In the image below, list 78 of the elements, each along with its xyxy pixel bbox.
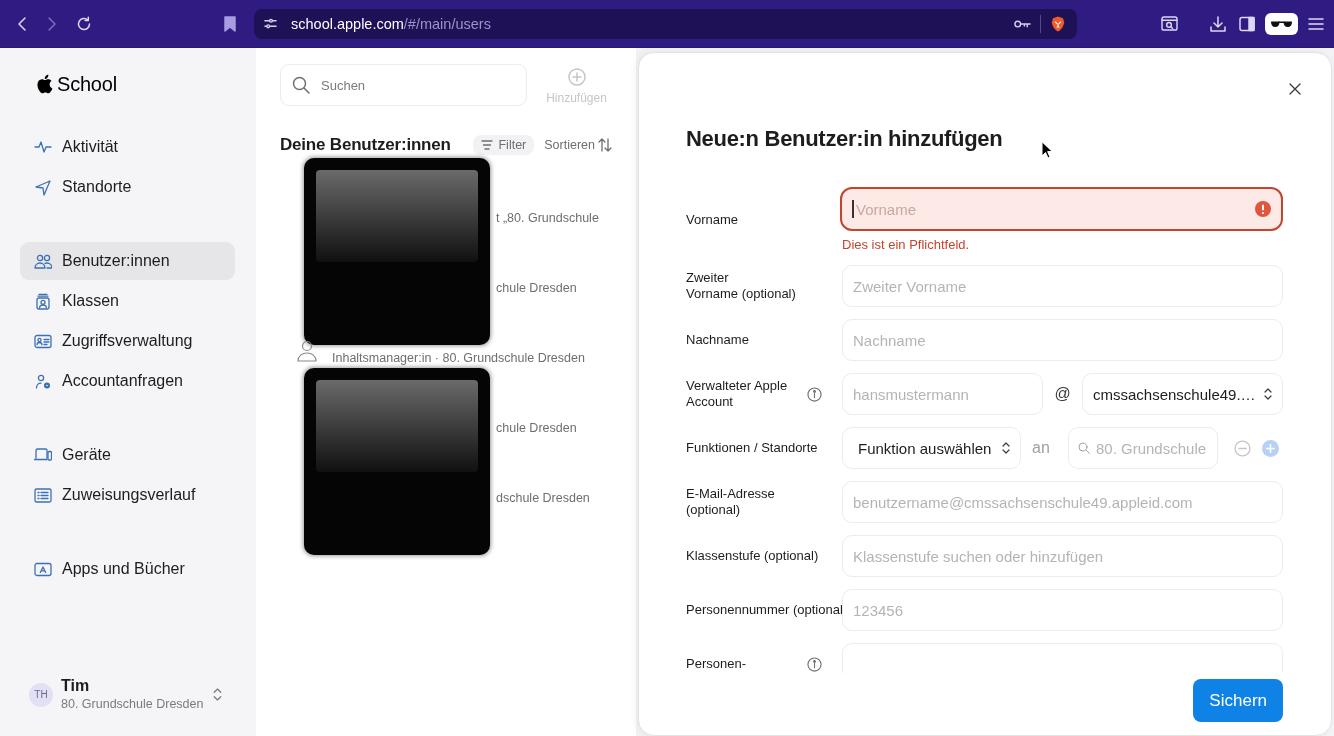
shield-icon[interactable] [1051, 15, 1065, 32]
nav-item[interactable]: Klassen [20, 282, 235, 320]
list-icon [34, 486, 52, 504]
info-icon[interactable] [807, 656, 822, 672]
filter-button[interactable]: Filter [473, 135, 535, 155]
school-name: 80. Grundschule Dresden [61, 696, 204, 713]
user-subtitle: chule Dresden [496, 420, 577, 437]
field-label: Funktionen / Standorte [686, 440, 819, 456]
input-field[interactable]: Vorname [840, 187, 1283, 231]
nav-item[interactable]: Accountanfragen [20, 362, 235, 400]
sidebar-icon[interactable] [1239, 15, 1255, 32]
connector-label: an [1032, 439, 1050, 457]
plus-circle-icon [567, 68, 586, 86]
back-icon[interactable] [16, 15, 28, 32]
person-gear-icon [34, 372, 52, 390]
info-icon[interactable] [807, 386, 822, 402]
apple-logo-icon [36, 74, 53, 94]
user-subtitle: Inhaltsmanager:in · 80. Grundschule Dresden [332, 350, 585, 367]
field-label: Personennummer (optional [686, 602, 843, 618]
field-label: Klassenstufe (optional) [686, 548, 820, 564]
user-subtitle: t „80. Grundschule [496, 210, 599, 227]
nav-item[interactable]: Apps und Bücher [20, 550, 235, 588]
at-sign-label: @ [1053, 385, 1072, 403]
save-button[interactable]: Sichern [1193, 679, 1283, 722]
location-search-field[interactable]: 80. Grundschule [1068, 427, 1218, 469]
nav-item[interactable]: Geräte [20, 436, 235, 474]
user-name: Tim [61, 676, 91, 695]
error-icon [1255, 201, 1271, 217]
bookmark-icon[interactable] [224, 15, 236, 32]
field-label: Vorname [686, 212, 740, 228]
field-label: Personen- [686, 656, 747, 672]
field-label: Verwalteter Apple Account [686, 378, 789, 410]
nav-item[interactable]: Zugriffsverwaltung [20, 322, 235, 360]
url-text: school.apple.com/#/main/users [291, 15, 491, 32]
domain-dropdown[interactable]: cmssachsenschule49.… [1082, 373, 1283, 415]
username-field[interactable]: hansmustermann [842, 373, 1043, 415]
dialog-title: Neue:n Benutzer:in hinzufügen [686, 125, 1003, 153]
close-icon[interactable] [1289, 83, 1301, 95]
key-icon[interactable] [1014, 18, 1031, 29]
updown-chevron-icon [1264, 388, 1272, 400]
nav-item[interactable]: Standorte [20, 168, 235, 206]
field-label: E-Mail-Adresse (optional) [686, 486, 776, 518]
reload-icon[interactable] [76, 15, 92, 32]
download-icon[interactable] [1210, 15, 1226, 32]
error-message: Dies ist ein Pflichtfeld. [842, 237, 971, 253]
address-bar[interactable]: school.apple.com/#/main/users [254, 8, 1077, 39]
filter-icon [481, 140, 494, 150]
id-card-icon [34, 332, 52, 350]
search-icon [1078, 442, 1090, 454]
avatar: TH [29, 682, 53, 707]
person-frame-icon [34, 292, 52, 310]
field-label: Nachname [686, 332, 750, 348]
people-icon [34, 252, 52, 270]
menu-icon[interactable] [1308, 16, 1324, 31]
window-search-icon[interactable] [1161, 16, 1178, 31]
nav-item[interactable]: Benutzer:innen [20, 242, 235, 280]
sliders-icon[interactable] [264, 17, 277, 30]
nav-item[interactable]: Aktivität [20, 128, 235, 166]
user-subtitle: chule Dresden [496, 280, 577, 297]
role-dropdown[interactable]: Funktion auswählen [842, 427, 1021, 469]
apps-icon [34, 560, 52, 578]
search-icon [292, 76, 310, 94]
search-field[interactable]: Suchen [280, 64, 527, 106]
location-arrow-icon [34, 178, 52, 196]
person-icon [296, 340, 318, 362]
laptop-phone-icon [34, 446, 52, 464]
updown-chevron-icon [1002, 442, 1010, 454]
nav-item[interactable]: Zuweisungsverlauf [20, 476, 235, 514]
updown-chevron-icon[interactable] [213, 688, 223, 701]
app-title: School [57, 72, 117, 96]
mouse-pointer-icon [1041, 141, 1053, 159]
glasses-icon[interactable] [1265, 12, 1298, 35]
list-title: Deine Benutzer:innen [280, 135, 451, 155]
sort-button[interactable]: Sortieren [544, 138, 612, 152]
field-label: Zweiter Vorname (optional) [686, 270, 797, 302]
user-subtitle: dschule Dresden [496, 490, 590, 507]
sort-arrows-icon [598, 138, 612, 152]
forward-icon[interactable] [46, 15, 58, 32]
